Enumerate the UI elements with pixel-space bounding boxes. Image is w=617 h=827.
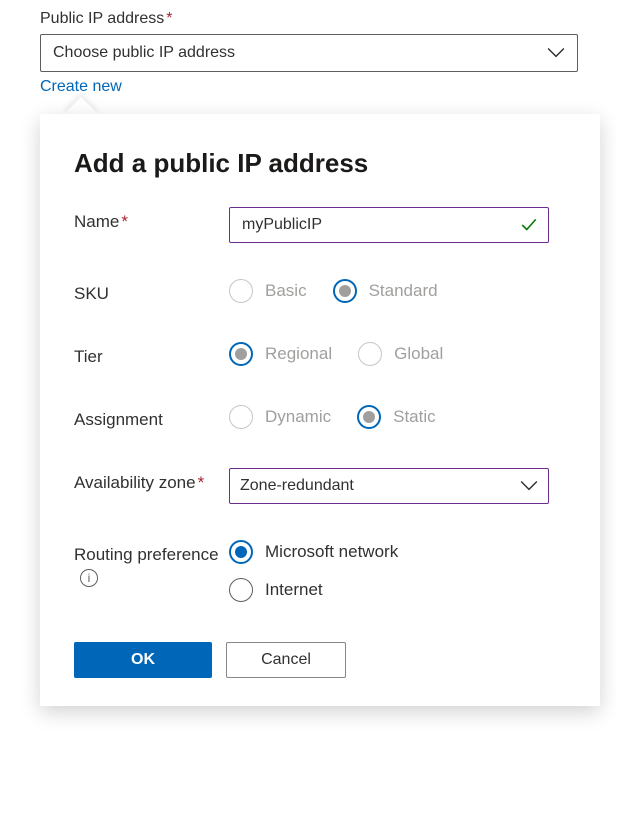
required-star-icon: * (121, 212, 128, 231)
tier-label: Tier (74, 342, 229, 369)
routing-internet-radio[interactable]: Internet (229, 578, 323, 602)
check-icon (520, 216, 538, 234)
add-public-ip-popup: Add a public IP address Name* SKU (40, 114, 600, 706)
availability-zone-label: Availability zone* (74, 468, 229, 495)
tier-global-radio: Global (358, 342, 443, 366)
popup-title: Add a public IP address (74, 148, 566, 179)
create-new-link[interactable]: Create new (40, 78, 122, 96)
cancel-button[interactable]: Cancel (226, 642, 346, 678)
routing-preference-radio-group: Microsoft network Internet (229, 540, 566, 602)
ok-button[interactable]: OK (74, 642, 212, 678)
availability-zone-select[interactable]: Zone-redundant (229, 468, 549, 504)
name-input[interactable] (240, 215, 520, 235)
assignment-radio-group: Dynamic Static (229, 405, 566, 429)
assignment-dynamic-radio: Dynamic (229, 405, 331, 429)
public-ip-dropdown[interactable]: Choose public IP address (40, 34, 578, 72)
sku-basic-radio: Basic (229, 279, 307, 303)
routing-preference-label: Routing preference i (74, 540, 229, 590)
sku-radio-group: Basic Standard (229, 279, 566, 303)
routing-msnet-radio[interactable]: Microsoft network (229, 540, 398, 564)
sku-standard-radio: Standard (333, 279, 438, 303)
tier-regional-radio: Regional (229, 342, 332, 366)
info-icon[interactable]: i (80, 569, 98, 587)
tier-radio-group: Regional Global (229, 342, 566, 366)
assignment-static-radio: Static (357, 405, 436, 429)
name-input-wrapper (229, 207, 549, 243)
availability-zone-value: Zone-redundant (240, 477, 354, 495)
chevron-down-icon (520, 477, 538, 495)
sku-label: SKU (74, 279, 229, 306)
required-star-icon: * (198, 473, 205, 492)
chevron-down-icon (547, 44, 565, 62)
name-label: Name* (74, 207, 229, 234)
assignment-label: Assignment (74, 405, 229, 432)
public-ip-label: Public IP address* (40, 10, 587, 28)
required-star-icon: * (166, 10, 172, 27)
public-ip-dropdown-placeholder: Choose public IP address (53, 44, 235, 62)
